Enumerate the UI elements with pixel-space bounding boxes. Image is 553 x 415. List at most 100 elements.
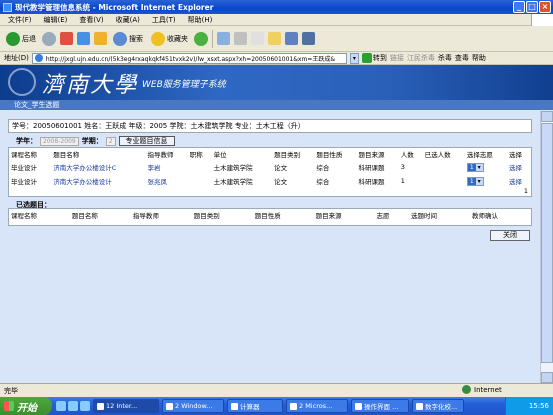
messenger-button[interactable] xyxy=(285,32,298,45)
vertical-scrollbar[interactable] xyxy=(540,111,553,383)
history-button[interactable] xyxy=(194,31,208,46)
menu-view[interactable]: 查看(V) xyxy=(79,15,103,25)
home-button[interactable] xyxy=(94,32,107,45)
menu-file[interactable]: 文件(F) xyxy=(8,15,32,25)
quick-launch-media-icon[interactable] xyxy=(80,401,90,411)
minimize-button[interactable]: _ xyxy=(513,1,525,13)
cell-selected xyxy=(423,160,465,174)
col-count: 人数 xyxy=(400,151,414,159)
check-virus-button[interactable]: 查毒 xyxy=(455,53,469,63)
stop-button[interactable] xyxy=(60,32,73,45)
windows-flag-icon xyxy=(4,401,14,411)
jiangmin-antivirus[interactable]: 江民杀毒 xyxy=(407,53,435,63)
maximize-button[interactable]: □ xyxy=(526,1,538,13)
links-label[interactable]: 链接 xyxy=(390,53,404,63)
task-label: 操作界面 ... xyxy=(364,403,399,411)
forward-button[interactable] xyxy=(42,31,56,46)
calculator-icon xyxy=(231,402,238,410)
toolbar: 后退 搜索 收藏夹 xyxy=(0,26,553,52)
go-button[interactable]: 转到 xyxy=(361,53,387,63)
favorites-button[interactable]: 收藏夹 xyxy=(149,30,190,48)
student-info: 学号：20050601001 姓名：王跃成 年级：2005 学院：土木建筑学院 … xyxy=(8,119,532,133)
refresh-button[interactable] xyxy=(77,32,90,45)
year-select[interactable]: 2008-2009 xyxy=(40,136,79,146)
close-window-button[interactable]: × xyxy=(539,1,551,13)
chevron-down-icon[interactable]: ▾ xyxy=(475,177,483,185)
start-button[interactable]: 开始 xyxy=(0,397,52,415)
edit-button[interactable] xyxy=(251,32,264,45)
menu-edit[interactable]: 编辑(E) xyxy=(44,15,68,25)
task-windows[interactable]: 2 Window... xyxy=(162,399,224,413)
selected-topics-table: 课程名称 题目名称 指导教师 题目类别 题目性质 题目来源 志愿 选题时间 教师… xyxy=(9,209,531,221)
task-calculator[interactable]: 计算器 xyxy=(227,399,283,413)
wish-select[interactable]: 1 ▾ xyxy=(465,160,507,174)
teacher-link[interactable]: 张兆凤 xyxy=(146,174,188,188)
ie-app-icon xyxy=(3,2,12,12)
task-microsoft[interactable]: 2 Micros... xyxy=(286,399,348,413)
address-bar: 地址(D) http://jxgl.ujn.edu.cn/(5k3eg4rxaq… xyxy=(0,52,553,65)
select-topic-link[interactable]: 选择 xyxy=(507,160,531,174)
clock[interactable]: 15:56 xyxy=(529,402,549,410)
page-icon xyxy=(34,54,43,62)
ie-icon xyxy=(97,402,104,410)
wish-select[interactable]: 1 ▾ xyxy=(465,174,507,188)
go-arrow-icon xyxy=(361,53,372,63)
address-input[interactable]: http://jxgl.ujn.edu.cn/(5k3eg4rxaqkqkf45… xyxy=(31,52,347,64)
mail-button[interactable] xyxy=(217,32,230,45)
quick-launch-ie-icon[interactable] xyxy=(56,401,66,411)
topics-table: 课程名称 题目名称 指导教师 职称 单位 题目类别 题目性质 题目来源 人数 已… xyxy=(9,148,531,188)
security-zone: Internet xyxy=(462,385,502,394)
back-label: 后退 xyxy=(22,34,36,43)
task-internet-explorer[interactable]: 12 Inter... xyxy=(93,399,159,413)
address-label: 地址(D) xyxy=(4,54,29,62)
cell-nature: 综合 xyxy=(316,178,330,186)
cell-category: 论文 xyxy=(274,164,288,172)
scroll-thumb[interactable] xyxy=(541,123,553,363)
back-button[interactable]: 后退 xyxy=(4,30,38,48)
discuss-button[interactable] xyxy=(268,32,281,45)
favorites-label: 收藏夹 xyxy=(167,34,188,43)
close-page-button[interactable]: 关闭 xyxy=(490,230,530,241)
help-button[interactable]: 帮助 xyxy=(472,53,486,63)
quick-launch-desktop-icon[interactable] xyxy=(68,401,78,411)
filter-row: 学年： 2008-2009 学期： 2 专业题目信息 xyxy=(16,136,175,146)
sel-col-source: 题目来源 xyxy=(315,212,342,220)
window-title-bar: 现代教学管理信息系统 - Microsoft Internet Explorer… xyxy=(0,0,553,14)
cell-count: 3 xyxy=(400,163,405,171)
scroll-down-arrow[interactable] xyxy=(541,372,553,383)
major-topics-button[interactable]: 专业题目信息 xyxy=(118,136,175,146)
internet-globe-icon xyxy=(462,385,471,394)
menu-favorites[interactable]: 收藏(A) xyxy=(116,15,140,25)
task-operation-ui[interactable]: 操作界面 ... xyxy=(351,399,409,413)
term-select[interactable]: 2 xyxy=(105,136,116,146)
year-label: 学年： xyxy=(16,137,37,145)
task-digital-campus[interactable]: 数字化校... xyxy=(412,399,464,413)
table-row: 毕业设计 济南大学办公楼设计 张兆凤 土木建筑学院 论文 综合 科研课题 1 1… xyxy=(9,174,531,188)
star-icon xyxy=(151,31,165,46)
cell-source: 科研课题 xyxy=(358,178,385,186)
address-dropdown-button[interactable]: ▾ xyxy=(349,52,359,64)
search-button[interactable]: 搜索 xyxy=(111,30,145,48)
teacher-link[interactable]: 李岩 xyxy=(146,160,188,174)
sel-col-wish: 志愿 xyxy=(376,212,390,220)
select-topic-link[interactable]: 选择 xyxy=(507,174,531,188)
wish-value: 1 xyxy=(467,177,476,185)
scroll-up-arrow[interactable] xyxy=(541,111,553,122)
task-label: 2 Window... xyxy=(175,402,213,410)
task-label: 12 Inter... xyxy=(106,402,138,410)
topic-title-link[interactable]: 济南大学办公楼设计C xyxy=(51,160,145,174)
toolbar-divider xyxy=(212,29,213,48)
topic-title-link[interactable]: 济南大学办公楼设计 xyxy=(51,174,145,188)
page-number[interactable]: 1 xyxy=(524,187,528,195)
banner-subtitle: WEB服务管理子系统 xyxy=(142,80,226,90)
menu-help[interactable]: 帮助(H) xyxy=(188,15,213,25)
print-button[interactable] xyxy=(234,32,247,45)
menu-tools[interactable]: 工具(T) xyxy=(152,15,176,25)
chevron-down-icon[interactable]: ▾ xyxy=(475,163,483,171)
search-icon xyxy=(113,31,127,46)
kill-virus-button[interactable]: 杀毒 xyxy=(438,53,452,63)
sel-col-teacher: 指导教师 xyxy=(132,212,159,220)
wish-value: 1 xyxy=(467,163,476,171)
sel-col-time: 选题时间 xyxy=(411,212,438,220)
research-button[interactable] xyxy=(302,32,315,45)
